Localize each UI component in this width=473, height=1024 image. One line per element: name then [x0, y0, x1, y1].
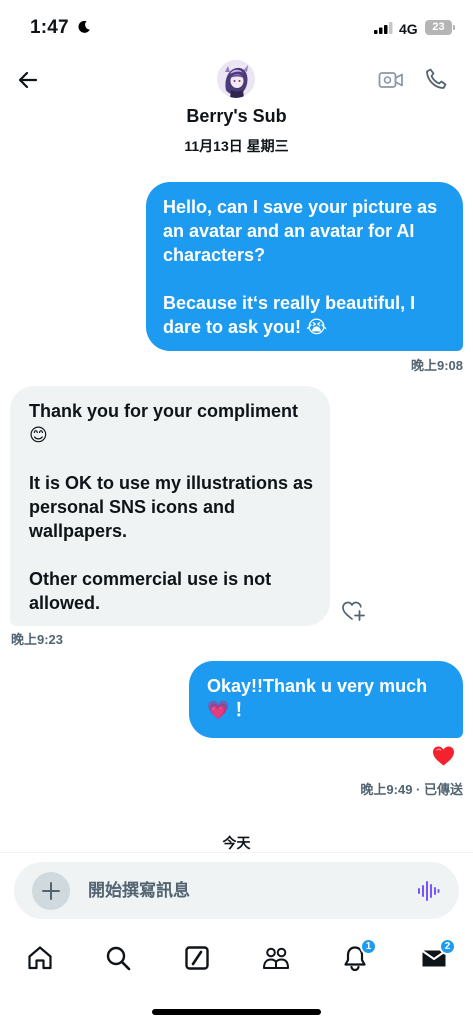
- message-input[interactable]: [88, 862, 398, 919]
- plus-icon: [42, 882, 60, 900]
- search-icon[interactable]: [104, 944, 132, 972]
- outgoing-message-bubble[interactable]: Okay!!Thank u very much 💗 ！: [189, 661, 463, 738]
- conversation-header: Berry's Sub 11月13日 星期三: [0, 54, 473, 164]
- cellular-signal-icon: [374, 22, 393, 34]
- day-divider: 今天: [222, 835, 251, 851]
- back-arrow-icon[interactable]: [16, 68, 40, 92]
- network-type: 4G: [399, 21, 418, 37]
- home-icon[interactable]: [26, 944, 54, 972]
- heart-reaction-icon[interactable]: [432, 745, 455, 767]
- message-timestamp: 晚上9:08: [410, 358, 463, 373]
- bottom-tab-bar: [0, 930, 473, 986]
- grok-icon[interactable]: [183, 944, 211, 972]
- voice-message-icon[interactable]: [416, 879, 440, 903]
- divider-line: [0, 852, 473, 853]
- add-media-button[interactable]: [32, 872, 70, 910]
- notifications-badge: 1: [360, 938, 377, 955]
- phone-call-icon[interactable]: [424, 67, 448, 91]
- moon-icon: [78, 20, 90, 33]
- contact-name[interactable]: Berry's Sub: [0, 106, 473, 127]
- battery-cap: [453, 25, 455, 30]
- avatar[interactable]: [217, 60, 255, 98]
- incoming-message-bubble[interactable]: Thank you for your compliment😊 It is OK …: [10, 386, 330, 626]
- home-indicator: [152, 1009, 321, 1015]
- message-timestamp: 晚上9:49 · 已傳送: [360, 782, 463, 797]
- communities-icon[interactable]: [262, 944, 290, 972]
- avatar-illustration: [217, 60, 255, 98]
- conversation-date: 11月13日 星期三: [184, 138, 289, 154]
- message-timestamp: 晚上9:23: [11, 632, 64, 647]
- battery-icon: 23: [425, 20, 452, 35]
- add-reaction-icon[interactable]: [341, 600, 365, 622]
- status-bar: 1:47 4G 23: [0, 0, 473, 54]
- messages-badge: 2: [439, 938, 456, 955]
- status-time: 1:47: [30, 17, 69, 38]
- video-call-icon[interactable]: [378, 68, 404, 92]
- message-composer: [14, 862, 459, 919]
- outgoing-message-bubble[interactable]: Hello, can I save your picture as an ava…: [146, 182, 463, 351]
